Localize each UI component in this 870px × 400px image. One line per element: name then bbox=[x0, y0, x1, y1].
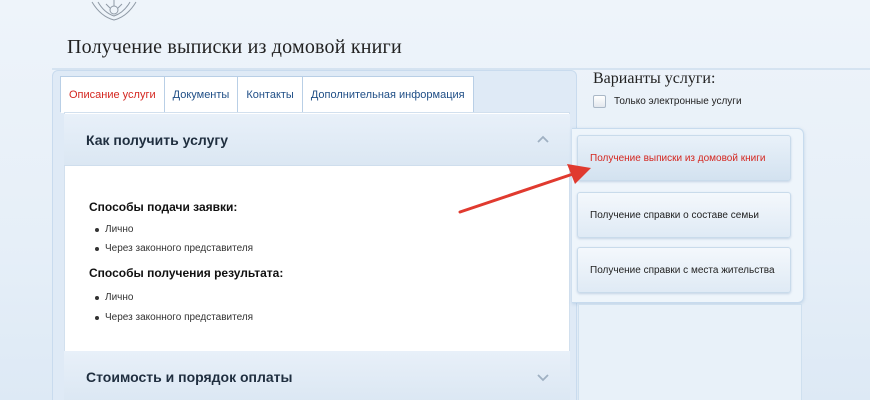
variant-residence-certificate[interactable]: Получение справки с места жительства bbox=[577, 247, 791, 293]
list-item: Через законного представителя bbox=[95, 243, 253, 254]
accordion-cost-payment[interactable]: Стоимость и порядок оплаты bbox=[64, 351, 570, 400]
bullet-icon bbox=[95, 295, 99, 300]
bullet-icon bbox=[95, 315, 99, 320]
tab-additional-info[interactable]: Дополнительная информация bbox=[302, 76, 474, 113]
apply-methods-title: Способы подачи заявки: bbox=[89, 200, 238, 214]
accordion-title: Стоимость и порядок оплаты bbox=[86, 368, 293, 385]
tab-description[interactable]: Описание услуги bbox=[60, 76, 165, 113]
bullet-icon bbox=[95, 227, 99, 232]
list-item: Через законного представителя bbox=[95, 312, 253, 323]
checkbox-icon[interactable] bbox=[593, 95, 606, 108]
annotation-arrow bbox=[458, 164, 591, 214]
list-item-text: Лично bbox=[105, 224, 134, 235]
list-item-text: Лично bbox=[105, 292, 134, 303]
accordion-how-to-get[interactable]: Как получить услугу bbox=[64, 114, 570, 166]
list-item: Лично bbox=[95, 224, 133, 235]
result-methods-title: Способы получения результата: bbox=[89, 266, 284, 280]
checkbox-label: Только электронные услуги bbox=[614, 96, 742, 107]
sidebar-lower-panel bbox=[578, 304, 802, 400]
bullet-icon bbox=[95, 246, 99, 251]
list-item-text: Через законного представителя bbox=[105, 312, 254, 323]
tab-bar: Описание услуги Документы Контакты Допол… bbox=[60, 76, 474, 113]
accordion-title: Как получить услугу bbox=[86, 131, 228, 148]
chevron-up-icon bbox=[537, 135, 549, 143]
page-title: Получение выписки из домовой книги bbox=[67, 36, 402, 58]
variants-title: Варианты услуги: bbox=[593, 70, 716, 87]
electronic-only-filter[interactable]: Только электронные услуги bbox=[593, 95, 742, 108]
emblem-icon bbox=[91, 0, 137, 21]
tab-documents[interactable]: Документы bbox=[164, 76, 239, 113]
variant-house-book-extract[interactable]: Получение выписки из домовой книги bbox=[577, 135, 791, 181]
chevron-down-icon bbox=[537, 373, 549, 381]
variant-family-composition[interactable]: Получение справки о составе семьи bbox=[577, 192, 791, 238]
list-item: Лично bbox=[95, 292, 133, 303]
tab-contacts[interactable]: Контакты bbox=[238, 76, 303, 113]
list-item-text: Через законного представителя bbox=[105, 243, 254, 254]
